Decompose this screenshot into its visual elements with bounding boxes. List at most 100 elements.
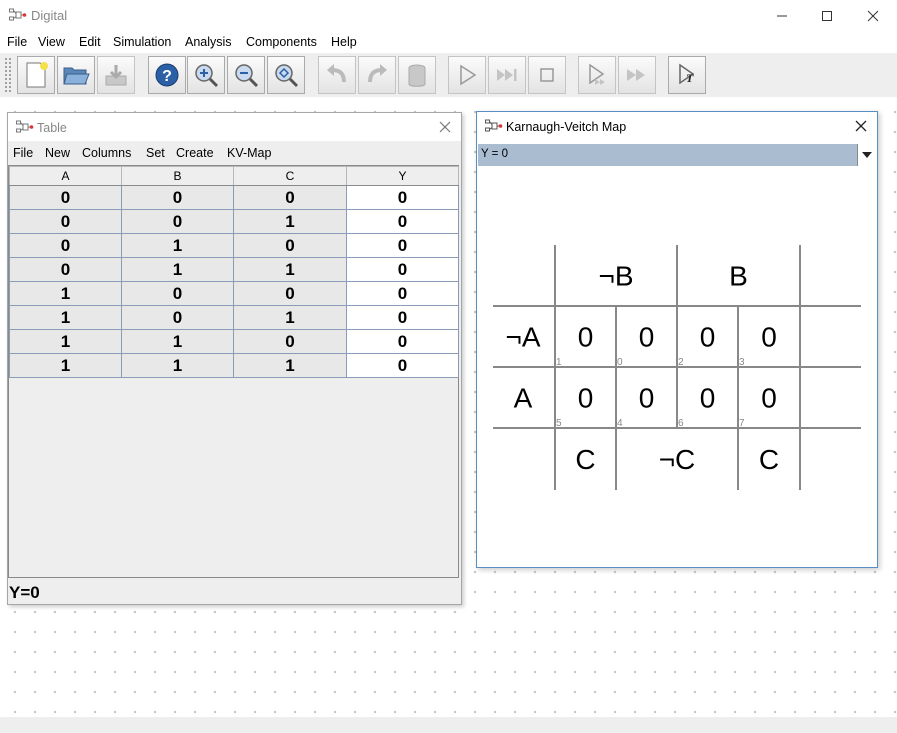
input-cell: 1 bbox=[121, 353, 234, 378]
kv-cell-index: 4 bbox=[617, 418, 623, 429]
zoom-fit-icon bbox=[275, 64, 299, 88]
kv-cell-index: 7 bbox=[739, 418, 745, 429]
step-button[interactable] bbox=[488, 56, 526, 94]
zoom-out-button[interactable] bbox=[227, 56, 265, 94]
column-header-b[interactable]: B bbox=[121, 166, 234, 186]
input-cell: 1 bbox=[233, 209, 347, 234]
redo-button[interactable] bbox=[358, 56, 396, 94]
output-cell[interactable]: 0 bbox=[346, 209, 459, 234]
main-toolbar: ? T bbox=[0, 53, 897, 97]
input-cell: 1 bbox=[9, 353, 122, 378]
table-row: 1100 bbox=[9, 329, 459, 354]
kv-cell-value: 0 bbox=[761, 383, 777, 414]
zoom-in-button[interactable] bbox=[187, 56, 225, 94]
column-header-y[interactable]: Y bbox=[346, 166, 459, 186]
kv-row-label: ¬A bbox=[505, 322, 540, 353]
truth-table: ABCY 00000010010001101000101011001110 bbox=[9, 166, 459, 378]
fast-forward-end-icon bbox=[497, 69, 517, 81]
output-cell[interactable]: 0 bbox=[346, 305, 459, 330]
table-row: 0110 bbox=[9, 257, 459, 282]
table-menu-set[interactable]: Set bbox=[146, 146, 165, 160]
fast-run-button[interactable] bbox=[618, 56, 656, 94]
table-menu-create[interactable]: Create bbox=[176, 146, 214, 160]
kv-cell-value: 0 bbox=[639, 383, 655, 414]
table-menu-file[interactable]: File bbox=[13, 146, 33, 160]
zoom-out-icon bbox=[235, 64, 259, 88]
table-window-title: Table bbox=[37, 121, 67, 135]
kv-map-grid: ¬B B ¬A A C ¬C C 0 1 0 0 0 2 0 3 0 5 0 4 0 6 0 7 bbox=[493, 245, 861, 490]
toolbar-grip[interactable] bbox=[4, 57, 12, 93]
input-cell: 0 bbox=[9, 209, 122, 234]
menu-components[interactable]: Components bbox=[246, 35, 317, 49]
input-cell: 0 bbox=[233, 281, 347, 306]
stop-icon bbox=[540, 68, 554, 82]
undo-button[interactable] bbox=[318, 56, 356, 94]
kv-top-label: ¬B bbox=[598, 261, 633, 292]
kv-cell-value: 0 bbox=[639, 322, 655, 353]
table-row: 0010 bbox=[9, 209, 459, 234]
run-to-break-button[interactable] bbox=[578, 56, 616, 94]
kv-cell-value: 0 bbox=[578, 383, 594, 414]
new-button[interactable] bbox=[17, 56, 55, 94]
input-cell: 0 bbox=[121, 209, 234, 234]
trash-icon bbox=[408, 64, 426, 87]
save-button[interactable] bbox=[97, 56, 135, 94]
table-row: 1010 bbox=[9, 305, 459, 330]
menu-file[interactable]: File bbox=[7, 35, 27, 49]
open-button[interactable] bbox=[57, 56, 95, 94]
kv-cell-index: 5 bbox=[556, 418, 562, 429]
table-close-icon[interactable] bbox=[437, 119, 453, 135]
column-header-a[interactable]: A bbox=[9, 166, 122, 186]
input-cell: 1 bbox=[233, 305, 347, 330]
kv-top-label: B bbox=[729, 261, 748, 292]
table-menu-new[interactable]: New bbox=[45, 146, 70, 160]
fast-forward-icon bbox=[627, 69, 645, 81]
output-cell[interactable]: 0 bbox=[346, 329, 459, 354]
menu-view[interactable]: View bbox=[38, 35, 65, 49]
menu-help[interactable]: Help bbox=[331, 35, 357, 49]
table-row: 1110 bbox=[9, 353, 459, 378]
input-cell: 0 bbox=[9, 185, 122, 210]
input-cell: 1 bbox=[121, 329, 234, 354]
table-menu-columns[interactable]: Columns bbox=[82, 146, 131, 160]
output-cell[interactable]: 0 bbox=[346, 353, 459, 378]
kv-cell-value: 0 bbox=[761, 322, 777, 353]
output-cell[interactable]: 0 bbox=[346, 233, 459, 258]
kv-cell-index: 2 bbox=[678, 357, 684, 368]
kv-bottom-label: C bbox=[575, 444, 595, 475]
run-button[interactable] bbox=[448, 56, 486, 94]
kv-bottom-label: ¬C bbox=[659, 444, 696, 475]
input-cell: 1 bbox=[9, 305, 122, 330]
output-cell[interactable]: 0 bbox=[346, 257, 459, 282]
stop-button[interactable] bbox=[528, 56, 566, 94]
kv-cell-value: 0 bbox=[700, 383, 716, 414]
maximize-button[interactable] bbox=[804, 0, 850, 31]
menu-edit[interactable]: Edit bbox=[79, 35, 101, 49]
delete-button[interactable] bbox=[398, 56, 436, 94]
input-cell: 1 bbox=[9, 329, 122, 354]
table-menu-kvmap[interactable]: KV-Map bbox=[227, 146, 271, 160]
redo-icon bbox=[368, 64, 387, 83]
zoom-fit-button[interactable] bbox=[267, 56, 305, 94]
input-cell: 0 bbox=[233, 185, 347, 210]
table-window-titlebar[interactable]: Table bbox=[8, 113, 461, 141]
kv-cell-value: 0 bbox=[700, 322, 716, 353]
help-button[interactable]: ? bbox=[148, 56, 186, 94]
input-cell: 1 bbox=[233, 257, 347, 282]
minimize-button[interactable] bbox=[759, 0, 805, 31]
table-row: 1000 bbox=[9, 281, 459, 306]
input-cell: 1 bbox=[121, 257, 234, 282]
truth-table-window: Table File New Columns Set Create KV-Map… bbox=[7, 112, 462, 605]
input-cell: 0 bbox=[233, 233, 347, 258]
close-button[interactable] bbox=[850, 0, 896, 31]
app-logo-icon bbox=[9, 8, 27, 25]
input-cell: 0 bbox=[121, 281, 234, 306]
kv-cell-index: 0 bbox=[617, 357, 623, 368]
output-cell[interactable]: 0 bbox=[346, 281, 459, 306]
test-button[interactable]: T bbox=[668, 56, 706, 94]
menu-analysis[interactable]: Analysis bbox=[185, 35, 232, 49]
column-header-c[interactable]: C bbox=[233, 166, 347, 186]
menu-simulation[interactable]: Simulation bbox=[113, 35, 171, 49]
window-title: Digital bbox=[31, 8, 68, 23]
output-cell[interactable]: 0 bbox=[346, 185, 459, 210]
